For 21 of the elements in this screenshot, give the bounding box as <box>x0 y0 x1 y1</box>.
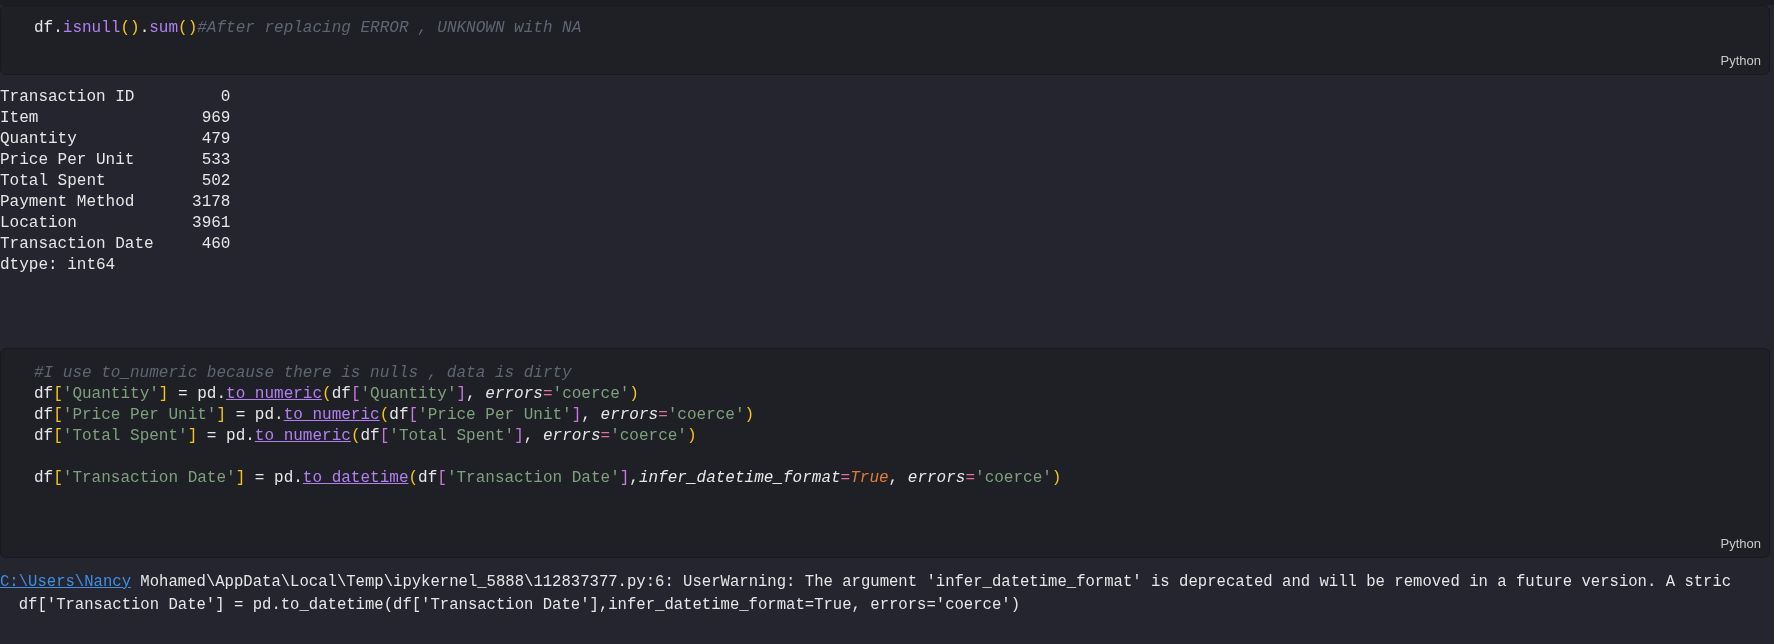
output-line: Payment Method 3178 <box>0 192 232 213</box>
code-line: df['Total Spent'] = pd.to_numeric(df['Total Spent'], errors='coerce') <box>34 426 698 447</box>
code-line: df.isnull().sum()#After replacing ERROR , UNKNOWN with NA <box>34 18 583 39</box>
code-line: df['Quantity'] = pd.to_numeric(df['Quantity'], errors='coerce') <box>34 384 640 405</box>
warning-line: df['Transaction Date'] = pd.to_datetime(df['Transaction Date'],infer_datetime_format=True, errors='coerce') <box>17 595 1021 616</box>
output-line: Location 3961 <box>0 213 232 234</box>
output-line: Quantity 479 <box>0 129 232 150</box>
output-line: dtype: int64 <box>0 255 117 276</box>
warning-text: Mohamed\AppData\Local\Temp\ipykernel_5888\112837377.py:6: UserWarning: The argument 'infer_datetime_format' is deprecated and will be removed in a future version. A stric <box>139 573 1732 591</box>
output-line: Item 969 <box>0 108 232 129</box>
code-cell[interactable]: df.isnull().sum()#After replacing ERROR , UNKNOWN with NA Python <box>0 5 1770 75</box>
file-path-link[interactable]: C:\Users\Nancy <box>0 573 131 591</box>
language-label[interactable]: Python <box>1720 533 1761 553</box>
code-comment: #I use to_numeric because there is nulls , data is dirty <box>34 363 573 384</box>
output-line: Transaction ID 0 <box>0 87 232 108</box>
code-line: df['Transaction Date'] = pd.to_datetime(df['Transaction Date'],infer_datetime_format=True, errors='coerce') <box>34 468 1063 489</box>
output-line: Total Spent 502 <box>0 171 232 192</box>
output-line: Price Per Unit 533 <box>0 150 232 171</box>
language-label[interactable]: Python <box>1720 50 1761 70</box>
code-line: df['Price Per Unit'] = pd.to_numeric(df['Price Per Unit'], errors='coerce') <box>34 405 756 426</box>
output-line: Transaction Date 460 <box>0 234 232 255</box>
